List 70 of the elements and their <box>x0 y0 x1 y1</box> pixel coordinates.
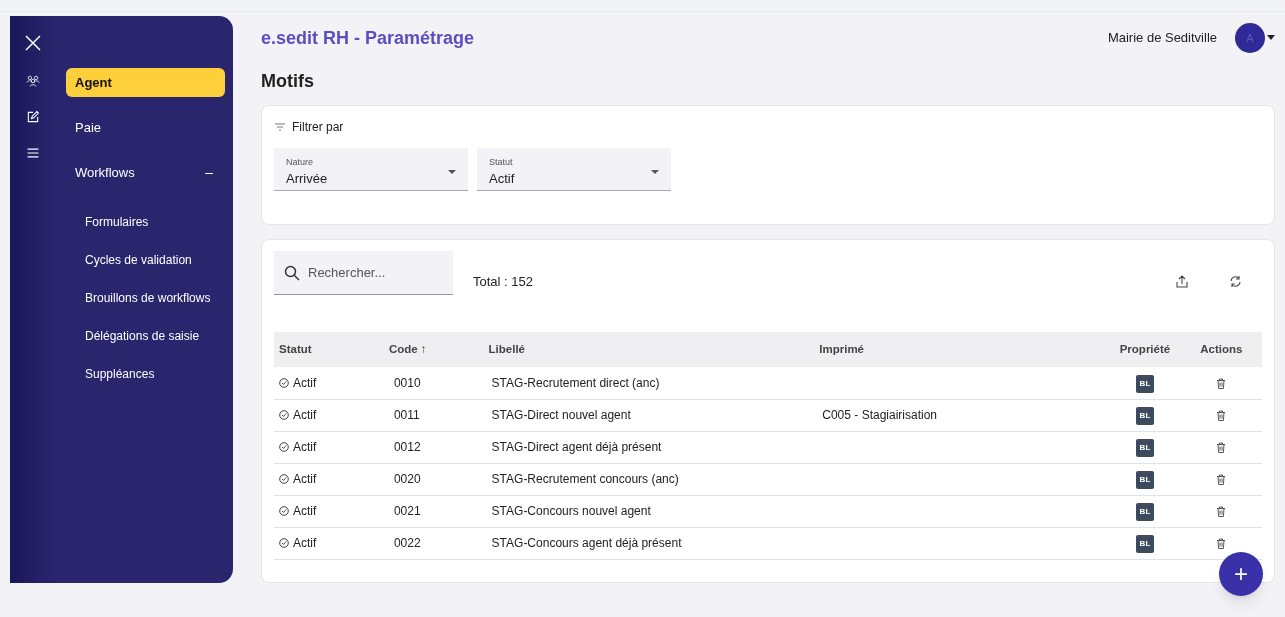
check-circle-icon <box>279 410 289 420</box>
property-badge: BL <box>1135 374 1155 393</box>
status-text: Actif <box>293 535 317 552</box>
check-circle-icon <box>279 377 289 388</box>
label-cell: STAG-Recrutement direct (anc) <box>491 375 660 390</box>
trash-icon[interactable] <box>1216 538 1227 550</box>
column-header[interactable]: Code ↑ <box>383 332 484 367</box>
label-cell: STAG-Direct agent déjà présent <box>491 440 662 454</box>
label-cell: STAG-Concours nouvel agent <box>491 504 651 518</box>
menu-icon[interactable] <box>26 146 40 160</box>
code-cell: 0022 <box>393 536 421 550</box>
label-cell: STAG-Recrutement concours (anc) <box>491 472 679 486</box>
status-text: Actif <box>293 471 317 488</box>
column-header[interactable]: Imprimé <box>814 332 1110 367</box>
column-header[interactable]: Actions <box>1180 332 1262 367</box>
trash-icon[interactable] <box>1216 506 1227 518</box>
property-badge: BL <box>1135 439 1155 457</box>
edit-icon[interactable] <box>26 110 40 124</box>
check-circle-icon <box>279 442 289 452</box>
check-circle-icon <box>279 474 289 484</box>
dropdown-field[interactable]: Statut Actif <box>477 148 671 191</box>
app-title: e.sedit RH - Paramétrage <box>261 26 475 50</box>
check-circle-icon <box>279 538 289 548</box>
search-field[interactable]: Rechercher... <box>274 251 453 295</box>
label-cell: STAG-Direct nouvel agent <box>491 408 631 422</box>
refresh-icon[interactable] <box>1229 274 1242 288</box>
code-cell: 0021 <box>393 504 421 518</box>
property-badge: BL <box>1135 503 1155 521</box>
trash-icon[interactable] <box>1216 474 1227 486</box>
filter-title: Filtrer par <box>292 119 344 136</box>
submenu-item[interactable]: Brouillons de workflows <box>66 279 225 317</box>
code-cell: 0012 <box>393 440 421 454</box>
label-cell: STAG-Concours agent déjà présent <box>491 536 682 550</box>
property-badge: BL <box>1135 535 1155 553</box>
submenu-item[interactable]: Délégations de saisie <box>66 317 225 355</box>
dropdown-field[interactable]: Nature Arrivée <box>274 148 468 191</box>
caret-icon[interactable] <box>1267 35 1275 41</box>
submenu-item[interactable]: Suppléances <box>66 355 225 393</box>
code-cell: 0010 <box>393 375 421 390</box>
trash-icon[interactable] <box>1216 378 1227 390</box>
caret-icon <box>448 169 456 175</box>
property-badge: BL <box>1135 471 1155 489</box>
trash-icon[interactable] <box>1216 442 1227 454</box>
people-icon[interactable] <box>26 74 40 88</box>
code-cell: 0011 <box>393 408 420 422</box>
check-circle-icon <box>279 506 289 516</box>
trash-icon[interactable] <box>1216 410 1227 422</box>
search-icon <box>284 265 300 281</box>
status-text: Actif <box>293 374 317 392</box>
status-text: Actif <box>293 407 317 424</box>
export-icon[interactable] <box>1176 274 1188 288</box>
caret-icon <box>651 169 659 175</box>
close-icon[interactable] <box>24 34 42 52</box>
organization-name: Mairie de Seditville <box>1107 29 1217 48</box>
menu-item[interactable]: Agent <box>66 68 225 97</box>
printed-cell: C005 - Stagiairisation <box>822 408 937 422</box>
code-cell: 0020 <box>393 472 421 486</box>
submenu-item[interactable]: Formulaires <box>66 203 225 241</box>
property-badge: BL <box>1135 407 1155 425</box>
total-count: Total : 152 <box>473 273 533 292</box>
filter-icon <box>274 122 286 132</box>
page-title: Motifs <box>261 70 315 93</box>
column-header[interactable]: Libellé <box>483 332 815 367</box>
menu-item[interactable]: Paie <box>66 113 225 142</box>
status-text: Actif <box>293 503 317 520</box>
submenu-item[interactable]: Cycles de validation <box>66 241 225 279</box>
column-header[interactable]: Statut <box>274 332 384 367</box>
status-text: Actif <box>293 439 317 456</box>
menu-item[interactable]: Workflows – <box>66 158 225 187</box>
column-header[interactable]: Propriété <box>1109 332 1181 367</box>
